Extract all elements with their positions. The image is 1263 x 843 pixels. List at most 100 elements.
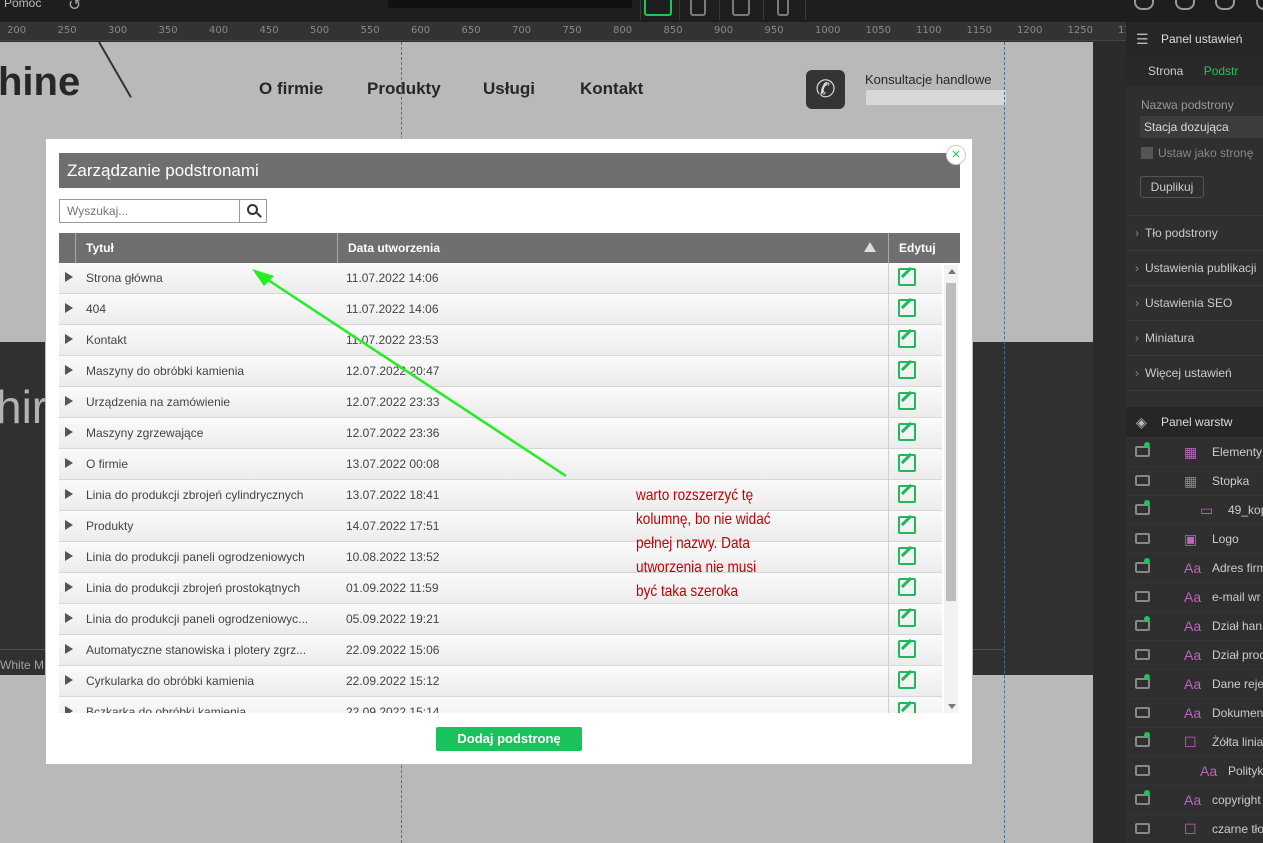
- layer-item[interactable]: Aa e-mail wr: [1126, 582, 1263, 611]
- edit-icon[interactable]: [898, 423, 916, 441]
- table-row[interactable]: Automatyczne stanowiska i plotery zgrz..…: [59, 635, 942, 666]
- expand-icon[interactable]: [65, 396, 73, 406]
- subpage-name-input[interactable]: Stacja dozująca: [1140, 116, 1263, 138]
- edit-icon[interactable]: [898, 671, 916, 689]
- search-button[interactable]: [239, 199, 267, 223]
- section-publication[interactable]: Ustawienia publikacji: [1126, 250, 1263, 286]
- edit-icon[interactable]: [898, 361, 916, 379]
- sort-asc-icon[interactable]: [864, 242, 876, 252]
- column-date[interactable]: Data utworzenia: [337, 233, 888, 263]
- table-row[interactable]: Cyrkularka do obróbki kamienia 22.09.2022…: [59, 666, 942, 697]
- scroll-up-icon[interactable]: [948, 269, 956, 274]
- visibility-monitor-icon[interactable]: [1135, 823, 1150, 834]
- edit-icon[interactable]: [898, 268, 916, 286]
- layer-item[interactable]: Aa Adres firm: [1126, 553, 1263, 582]
- tab-page[interactable]: Strona: [1126, 56, 1196, 86]
- scroll-down-icon[interactable]: [948, 704, 956, 709]
- expand-icon[interactable]: [65, 303, 73, 313]
- table-row[interactable]: Linia do produkcji zbrojeń cylindrycznyc…: [59, 480, 942, 511]
- expand-icon[interactable]: [65, 675, 73, 685]
- tab-subpage[interactable]: Podstr: [1196, 56, 1263, 86]
- table-row[interactable]: 404 11.07.2022 14:06: [59, 294, 942, 325]
- column-title[interactable]: Tytuł: [75, 233, 337, 263]
- table-row[interactable]: Strona główna 11.07.2022 14:06: [59, 263, 942, 294]
- expand-icon[interactable]: [65, 489, 73, 499]
- ruler-label: 550: [360, 25, 380, 36]
- history-icon[interactable]: ↺: [68, 0, 81, 15]
- edit-icon[interactable]: [898, 454, 916, 472]
- layer-item[interactable]: Aa Dział prod: [1126, 640, 1263, 669]
- layer-item[interactable]: ☐ czarne tło: [1126, 814, 1263, 843]
- edit-icon[interactable]: [898, 516, 916, 534]
- visibility-monitor-icon[interactable]: [1135, 765, 1150, 776]
- page-selector[interactable]: [388, 0, 632, 8]
- section-more[interactable]: Więcej ustawień: [1126, 355, 1263, 391]
- table-row[interactable]: Maszyny do obróbki kamienia 12.07.2022 20…: [59, 356, 942, 387]
- table-row[interactable]: Linia do produkcji paneli ogrodzeniowych…: [59, 542, 942, 573]
- table-row[interactable]: Linia do produkcji paneli ogrodzeniowyc.…: [59, 604, 942, 635]
- edit-icon[interactable]: [898, 547, 916, 565]
- layer-item[interactable]: Aa Polityka p: [1126, 756, 1263, 785]
- expand-icon[interactable]: [65, 365, 73, 375]
- expand-icon[interactable]: [65, 427, 73, 437]
- tablet-view-icon[interactable]: [690, 0, 706, 16]
- edit-icon[interactable]: [898, 640, 916, 658]
- edit-icon[interactable]: [898, 330, 916, 348]
- layer-item[interactable]: Aa Dział han: [1126, 611, 1263, 640]
- expand-icon[interactable]: [65, 613, 73, 623]
- tablet-landscape-icon[interactable]: [732, 0, 750, 16]
- section-background[interactable]: Tło podstrony: [1126, 215, 1263, 251]
- edit-icon[interactable]: [898, 392, 916, 410]
- visibility-monitor-icon[interactable]: [1135, 591, 1150, 602]
- table-row[interactable]: Linia do produkcji zbrojeń prostokątnych…: [59, 573, 942, 604]
- expand-icon[interactable]: [65, 272, 73, 282]
- table-body: Bczkarka do obróbki kamienia 22.09.2022 1…: [59, 263, 960, 713]
- add-subpage-button[interactable]: Dodaj podstronę: [436, 727, 582, 751]
- close-icon[interactable]: ×: [946, 145, 966, 165]
- table-row[interactable]: Bczkarka do obróbki kamienia 22.09.2022 1…: [59, 697, 942, 713]
- expand-icon[interactable]: [65, 706, 73, 713]
- edit-icon[interactable]: [898, 609, 916, 627]
- expand-icon[interactable]: [65, 582, 73, 592]
- expand-icon[interactable]: [65, 520, 73, 530]
- more-icon[interactable]: [1256, 0, 1263, 10]
- scroll-thumb[interactable]: [946, 283, 956, 601]
- vertical-scrollbar[interactable]: [944, 265, 958, 713]
- table-row[interactable]: Kontakt 11.07.2022 23:53: [59, 325, 942, 356]
- layer-item[interactable]: ▦ Elementy: [1126, 437, 1263, 466]
- edit-icon[interactable]: [898, 485, 916, 503]
- layer-item[interactable]: ▭ 49_kop: [1126, 495, 1263, 524]
- search-input[interactable]: [59, 199, 241, 223]
- preview-icon[interactable]: [1134, 0, 1154, 10]
- expand-icon[interactable]: [65, 551, 73, 561]
- visibility-monitor-icon[interactable]: [1135, 475, 1150, 486]
- section-seo[interactable]: Ustawienia SEO: [1126, 285, 1263, 321]
- duplicate-button[interactable]: Duplikuj: [1140, 176, 1204, 198]
- desktop-view-icon[interactable]: [644, 0, 672, 16]
- set-home-checkbox[interactable]: Ustaw jako stronę: [1141, 146, 1263, 160]
- layer-item[interactable]: Aa copyright: [1126, 785, 1263, 814]
- layer-item[interactable]: ☐ Żółta linia: [1126, 727, 1263, 756]
- layer-item[interactable]: Aa Dane reje: [1126, 669, 1263, 698]
- table-row[interactable]: O firmie 13.07.2022 00:08: [59, 449, 942, 480]
- layer-item[interactable]: ▦ Stopka: [1126, 466, 1263, 495]
- visibility-monitor-icon[interactable]: [1135, 707, 1150, 718]
- globe-icon[interactable]: [1215, 0, 1235, 10]
- visibility-monitor-icon[interactable]: [1135, 533, 1150, 544]
- expand-icon[interactable]: [65, 458, 73, 468]
- section-thumbnail[interactable]: Miniatura: [1126, 320, 1263, 356]
- layer-item[interactable]: Aa Dokumen: [1126, 698, 1263, 727]
- table-row[interactable]: Produkty 14.07.2022 17:51: [59, 511, 942, 542]
- help-menu[interactable]: Pomoc: [4, 0, 41, 10]
- layer-item[interactable]: ▣ Logo: [1126, 524, 1263, 553]
- expand-icon[interactable]: [65, 644, 73, 654]
- table-row[interactable]: Maszyny zgrzewające 12.07.2022 23:36: [59, 418, 942, 449]
- table-row[interactable]: Urządzenia na zamówienie 12.07.2022 23:33: [59, 387, 942, 418]
- edit-icon[interactable]: [898, 578, 916, 596]
- mobile-view-icon[interactable]: [777, 0, 789, 16]
- edit-icon[interactable]: [898, 702, 916, 713]
- edit-icon[interactable]: [898, 299, 916, 317]
- visibility-monitor-icon[interactable]: [1135, 649, 1150, 660]
- expand-icon[interactable]: [65, 334, 73, 344]
- comment-icon[interactable]: [1175, 0, 1195, 10]
